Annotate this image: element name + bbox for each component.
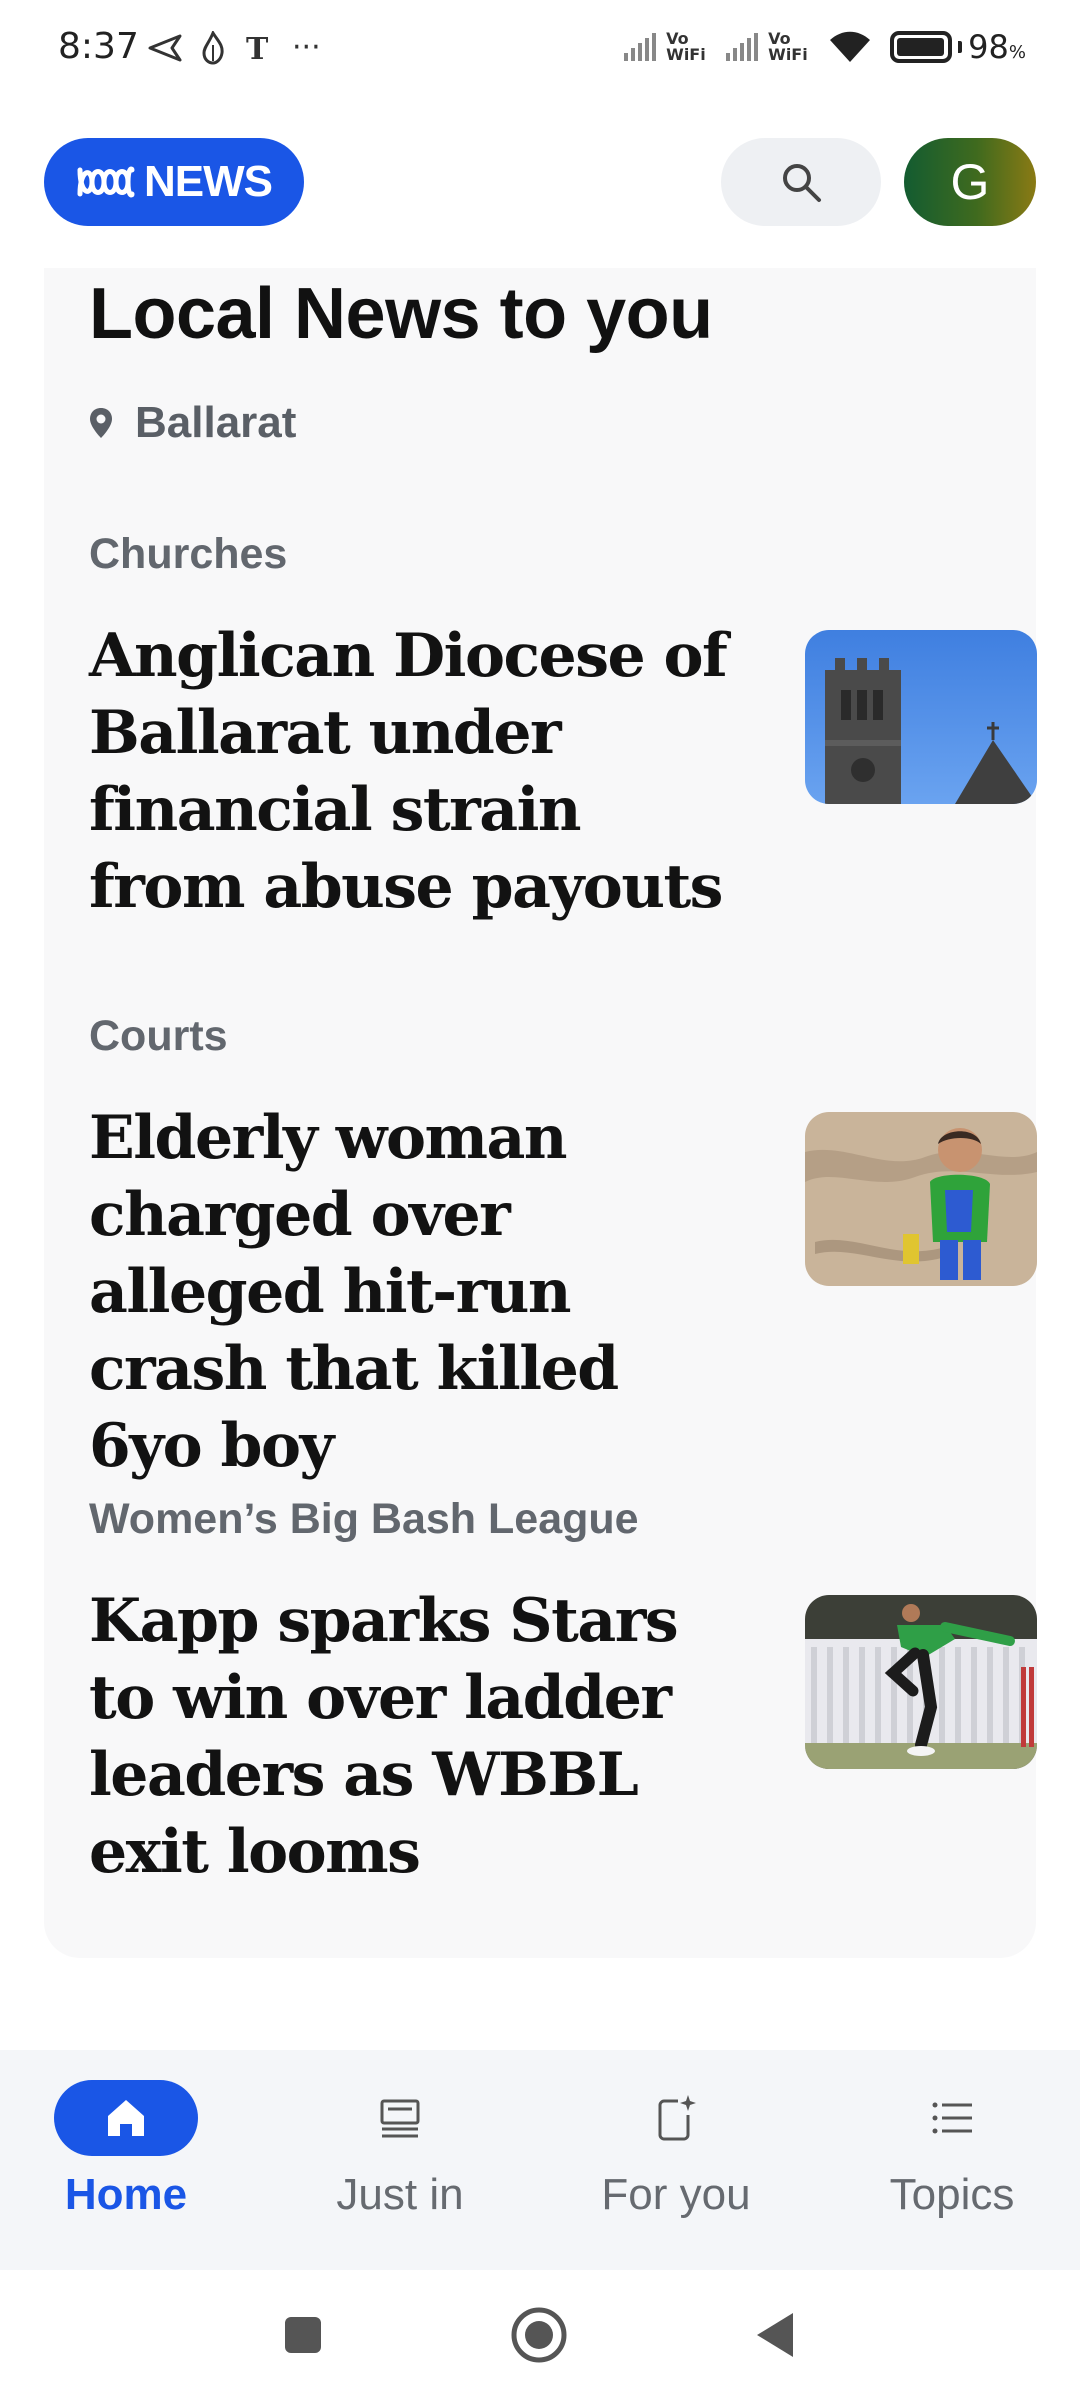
home-icon xyxy=(108,2100,144,2136)
for-you-icon xyxy=(658,2095,696,2141)
abc-news-logo[interactable]: NEWS xyxy=(44,138,304,226)
profile-avatar-button[interactable]: G xyxy=(904,138,1036,226)
boy-on-beach-photo[interactable] xyxy=(805,1112,1037,1286)
story-topic[interactable]: Churches xyxy=(89,530,999,579)
cricket-bowler-photo[interactable] xyxy=(805,1595,1037,1769)
location-text: Ballarat xyxy=(135,398,297,447)
just-in-icon xyxy=(380,2099,420,2138)
local-news-title: Local News to you xyxy=(89,274,713,354)
nav-for-you[interactable]: For you xyxy=(566,2080,786,2250)
app-header: NEWS G xyxy=(0,130,1080,230)
vowifi-icon: Vo WiFi xyxy=(666,29,706,64)
location-pin-icon xyxy=(90,408,112,438)
story-item[interactable]: Churches Anglican Diocese of Ballarat un… xyxy=(89,530,1037,930)
nav-home-pill[interactable] xyxy=(54,2080,198,2156)
svg-text:T: T xyxy=(246,32,269,65)
nav-topics-label[interactable]: Topics xyxy=(890,2170,1015,2220)
church-spire-photo[interactable] xyxy=(805,630,1037,804)
signal-strength-icon xyxy=(624,33,657,61)
story-headline[interactable]: Kapp sparks Stars to win over ladder lea… xyxy=(89,1583,729,1891)
topics-list-icon xyxy=(932,2102,972,2134)
status-time: 8:37 xyxy=(58,26,139,67)
abc-lissajous-icon xyxy=(77,166,135,198)
story-item[interactable]: Courts Elderly woman charged over allege… xyxy=(89,1012,1037,1481)
avatar-letter: G xyxy=(950,154,990,210)
more-dots-icon: ··· xyxy=(292,30,321,65)
vowifi-icon-2: Vo WiFi xyxy=(768,29,808,64)
signal-strength-icon-2 xyxy=(726,33,759,61)
nav-for-you-pill[interactable] xyxy=(604,2080,748,2156)
status-bar: 8:37 T ··· Vo WiFi Vo WiFi 98% xyxy=(0,0,1080,100)
battery-icon xyxy=(890,31,953,63)
back-triangle-icon xyxy=(757,2313,793,2357)
location-selector[interactable]: Ballarat xyxy=(89,398,296,448)
status-left-icons: T ··· xyxy=(148,28,321,68)
nav-home[interactable]: Home xyxy=(16,2080,236,2250)
home-system-button[interactable] xyxy=(504,2300,574,2370)
story-topic[interactable]: Women’s Big Bash League xyxy=(89,1495,999,1544)
nav-topics-pill[interactable] xyxy=(880,2080,1024,2156)
battery-percent: 98 xyxy=(968,28,1009,66)
navigation-arrow-icon xyxy=(148,34,182,62)
nav-just-in-pill[interactable] xyxy=(328,2080,472,2156)
story-headline[interactable]: Anglican Diocese of Ballarat under finan… xyxy=(89,618,729,926)
search-icon xyxy=(783,164,821,202)
story-item[interactable]: Women’s Big Bash League Kapp sparks Star… xyxy=(89,1495,1037,1895)
flame-app-icon xyxy=(202,31,224,65)
search-button[interactable] xyxy=(721,138,881,226)
recents-button[interactable] xyxy=(268,2300,338,2370)
recents-square-icon xyxy=(285,2317,321,2353)
logo-text: NEWS xyxy=(144,157,273,206)
nav-home-label[interactable]: Home xyxy=(65,2170,187,2220)
bottom-nav: Home Just in For you Topics xyxy=(0,2050,1080,2270)
nav-just-in-label[interactable]: Just in xyxy=(336,2170,463,2220)
status-right-icons: Vo WiFi Vo WiFi 98% xyxy=(624,28,1026,66)
system-nav-bar xyxy=(0,2270,1080,2400)
home-circle-icon xyxy=(511,2307,567,2363)
wifi-icon xyxy=(830,31,871,62)
local-news-card: Local News to you Ballarat Churches Angl… xyxy=(44,268,1037,1958)
battery-unit: % xyxy=(1008,42,1026,63)
nyt-app-icon: T xyxy=(246,32,269,65)
nav-topics[interactable]: Topics xyxy=(842,2080,1062,2250)
story-headline[interactable]: Elderly woman charged over alleged hit-r… xyxy=(89,1100,729,1485)
back-button[interactable] xyxy=(740,2300,810,2370)
story-topic[interactable]: Courts xyxy=(89,1012,999,1061)
nav-just-in[interactable]: Just in xyxy=(290,2080,510,2250)
nav-for-you-label[interactable]: For you xyxy=(601,2170,750,2220)
battery-indicator: 98% xyxy=(890,28,1026,66)
